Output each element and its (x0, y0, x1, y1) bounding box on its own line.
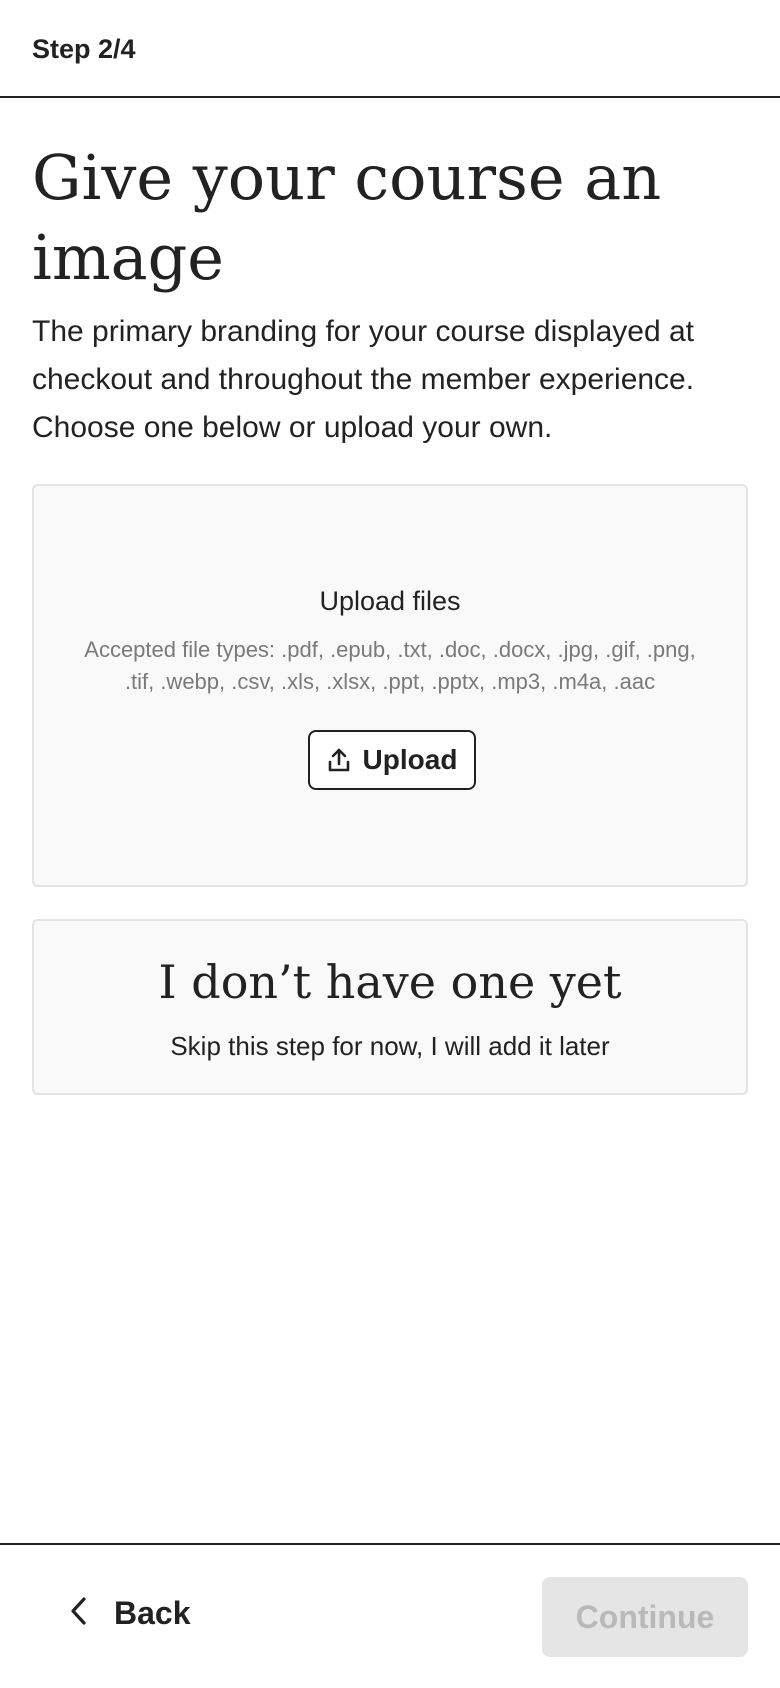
step-indicator: Step 2/4 (32, 34, 136, 64)
upload-button[interactable]: Upload (308, 730, 476, 790)
page-title: Give your course an image (32, 141, 662, 294)
skip-option-title: I don’t have one yet (158, 955, 622, 1009)
accepted-file-types: Accepted file types: .pdf, .epub, .txt, … (84, 637, 696, 694)
skip-option-card[interactable]: I don’t have one yet Skip this step for … (32, 919, 748, 1095)
chevron-left-icon (70, 1596, 88, 1631)
footer-bar: Back Continue (0, 1543, 780, 1688)
back-button-label: Back (114, 1594, 191, 1631)
upload-dropzone[interactable]: Upload files Accepted file types: .pdf, … (32, 484, 748, 887)
skip-option-subtitle: Skip this step for now, I will add it la… (170, 1031, 610, 1061)
continue-button[interactable]: Continue (542, 1577, 748, 1657)
back-button[interactable]: Back (70, 1573, 191, 1653)
upload-button-label: Upload (362, 744, 458, 775)
top-bar: Step 2/4 (0, 0, 780, 98)
page-description: The primary branding for your course dis… (32, 315, 695, 444)
upload-icon (327, 747, 351, 773)
course-setup-page: Step 2/4 Give your course an image The p… (0, 0, 780, 1688)
upload-title: Upload files (319, 586, 461, 616)
